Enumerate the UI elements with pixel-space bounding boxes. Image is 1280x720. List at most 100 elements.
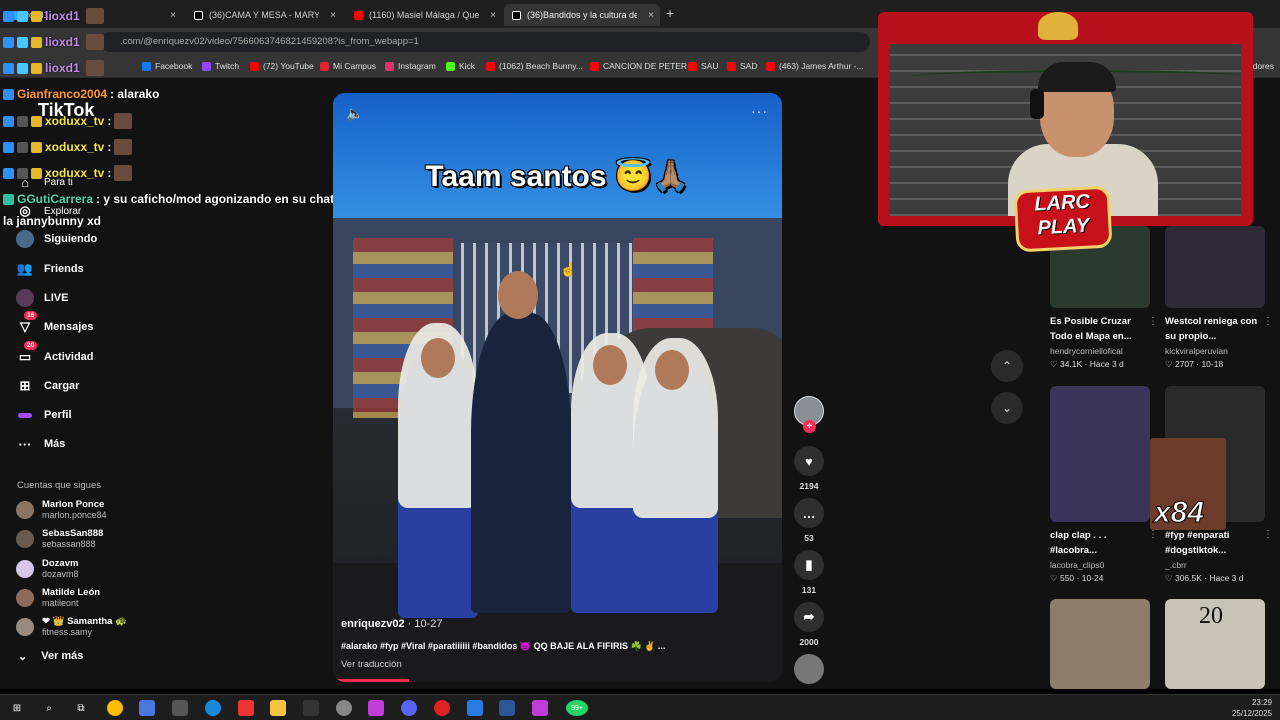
browser-tab-4-active[interactable]: (36)Bandidos y la cultura de × [504,4,660,26]
video-head [655,350,689,390]
sound-disc-button[interactable] [794,654,824,689]
more-options-icon[interactable]: ⋮ [1263,529,1273,540]
browser-tab-3[interactable]: (1160) Masiel Málaga / Que pa × [346,4,502,26]
mouse-cursor-icon: ☝ [560,262,577,277]
bookmark-sau[interactable]: SAU [688,61,718,71]
sidebar-item-cargar[interactable]: ⊞ Cargar [16,377,80,395]
more-options-icon[interactable]: ⋮ [1148,529,1158,540]
url-text: .com/@enriquezv02/video/7566063746821459… [120,36,419,47]
tab-close-icon[interactable]: × [170,10,176,21]
bookmark-cancion[interactable]: CANCION DE PETER [590,61,687,71]
calculator-icon[interactable] [467,700,483,716]
followed-account[interactable]: Matilde León matileont [16,587,100,609]
badge-icon [17,10,28,22]
comment-button[interactable]: … 53 [794,498,824,543]
obs-icon[interactable] [434,700,450,716]
windows-taskbar: ⊞ ⌕ ⧉ 99+ 23:29 25/12/2025 [0,694,1280,720]
browser-tab-2[interactable]: (36)CAMA Y MESA - MARYTO Y × [186,4,342,26]
chrome-icon[interactable] [107,700,123,716]
live-icon [16,289,34,307]
chevron-down-icon: ⌄ [1001,401,1013,415]
card-stats: ♡ 2707 · 10-18 [1165,359,1224,369]
see-more-button[interactable]: ⌄ Ver más [18,650,83,663]
previous-video-button[interactable]: ⌃ [991,350,1023,382]
instagram-icon [385,61,394,71]
bookmark-instagram[interactable]: Instagram [385,61,436,71]
system-clock[interactable]: 23:29 25/12/2025 [1232,697,1272,719]
followed-account[interactable]: ❤ 👑 Samantha 🐢 fitness.samy [16,616,127,638]
bookmark-kick[interactable]: Kick [446,61,475,71]
bookmark-facebook[interactable]: Facebook [142,61,192,71]
profile-icon [16,406,34,424]
discord-icon[interactable] [401,700,417,716]
followed-account[interactable]: Marlon Ponce marlon.ponce84 [16,499,107,521]
tab-close-icon[interactable]: × [490,10,496,21]
sidebar-item-friends[interactable]: 👥 Friends [16,260,84,278]
bookmark-twitch[interactable]: Twitch [202,61,239,71]
url-input[interactable]: .com/@enriquezv02/video/7566063746821459… [100,32,870,52]
sidebar-item-live[interactable]: LIVE [16,289,68,307]
video-player[interactable]: Taam santos 😇🙏🏽 🔈 ··· enriquezv02 · 10-2… [333,93,782,682]
badge-icon [31,141,42,153]
bookmark-icon: ▮ [794,550,824,580]
tab-title: (36)CAMA Y MESA - MARYTO Y [209,10,319,20]
video-card[interactable]: Westcol reniega con su propio... kickvir… [1165,226,1273,370]
more-options-icon[interactable]: ··· [751,103,768,119]
followed-account[interactable]: Dozavm dozavm8 [16,558,79,580]
bookmark-youtube[interactable]: (72) YouTube [250,61,314,71]
bookmark-james-arthur[interactable]: (463) James Arthur -... [766,61,864,71]
share-button[interactable]: ➦ 2000 [794,602,824,647]
like-button[interactable]: ♥ 2194 [794,446,824,491]
task-view-icon[interactable]: ⧉ [73,700,89,716]
app-icon[interactable] [303,700,319,716]
store-icon[interactable] [139,700,155,716]
more-options-icon[interactable]: ⋮ [1263,316,1273,327]
save-button[interactable]: ▮ 131 [794,550,824,595]
more-options-icon[interactable]: ⋮ [1148,316,1158,327]
video-thumbnail [1050,386,1150,522]
youtube-favicon-icon [354,10,363,20]
music-disc-icon [794,654,824,684]
app-icon[interactable] [172,700,188,716]
video-card[interactable]: 20 [1165,599,1265,689]
sidebar-item-mas[interactable]: ··· Más [16,435,66,453]
next-video-button[interactable]: ⌄ [991,392,1023,424]
search-icon[interactable]: ⌕ [41,700,57,716]
translate-link[interactable]: Ver traducción [341,659,402,670]
sidebar-item-actividad[interactable]: ▭ 20 Actividad [16,341,94,366]
app-icon[interactable] [368,700,384,716]
sidebar-item-perfil[interactable]: Perfil [16,406,72,424]
tab-close-icon[interactable]: × [330,10,336,21]
folder-icon[interactable] [270,700,286,716]
following-accounts-title: Cuentas que sigues [17,480,101,491]
edge-icon[interactable] [205,700,221,716]
tab-close-icon[interactable]: × [648,10,654,21]
followed-account[interactable]: SebasSan888 sebassan888 [16,528,103,550]
follow-plus-icon[interactable]: + [803,420,816,433]
windows-start-icon[interactable]: ⊞ [9,700,25,716]
video-person [471,313,571,613]
sidebar-item-mensajes[interactable]: ▽ 16 Mensajes [16,311,94,336]
bookmark-mi-campus[interactable]: Mi Campus [320,61,376,71]
bookmark-sad[interactable]: SAD [727,61,757,71]
bookmark-beach-bunny[interactable]: (1062) Beach Bunny... [486,61,583,71]
video-thumbnail [1050,599,1150,689]
video-author[interactable]: enriquezv02 · 10-27 [341,618,443,630]
video-progress-bar[interactable] [333,679,410,682]
youtube-icon [590,61,599,71]
volume-icon[interactable]: 🔈 [346,105,363,122]
chat-message: lioxd1 [3,34,104,50]
app-icon[interactable] [336,700,352,716]
whatsapp-icon[interactable]: 99+ [566,700,588,716]
sidebar-item-siguiendo[interactable]: Siguiendo [16,230,97,248]
card-title: Westcol reniega con su propio... [1165,316,1258,342]
app-icon[interactable] [532,700,548,716]
badge-icon [3,141,14,153]
video-card[interactable] [1050,599,1150,689]
video-card[interactable]: clap clap . . . #lacobra... lacobra_clip… [1050,386,1158,584]
word-icon[interactable] [499,700,515,716]
emote-icon [114,165,133,181]
new-tab-button[interactable]: + [666,5,674,21]
upload-icon: ⊞ [19,378,31,393]
app-icon[interactable] [238,700,254,716]
